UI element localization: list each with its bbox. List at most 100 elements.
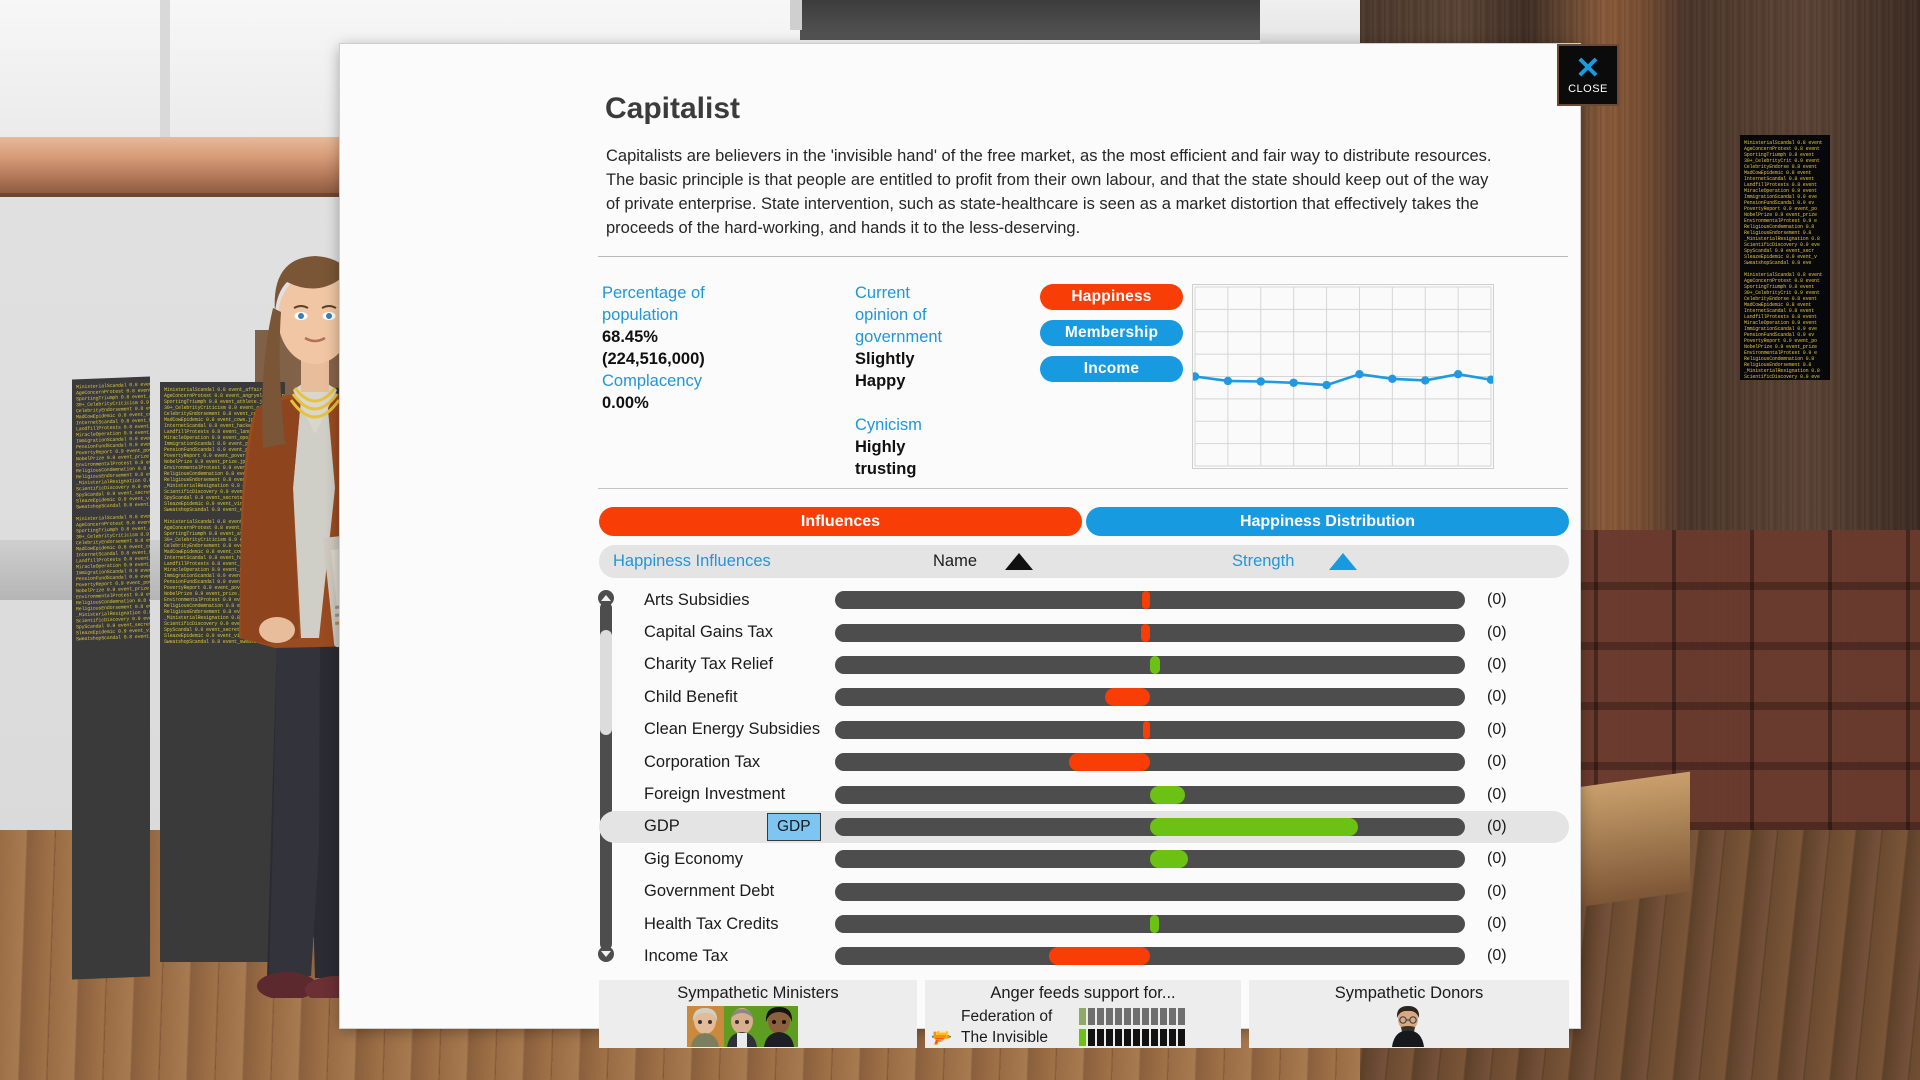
chart-data-point: [1223, 376, 1233, 386]
influence-value: (0): [1487, 817, 1507, 835]
table-row[interactable]: Foreign Investment (0): [599, 778, 1569, 810]
anger-meter-pip: [1124, 1029, 1131, 1046]
tab-bar: Influences Happiness Distribution: [599, 507, 1569, 536]
tab-influences[interactable]: Influences: [599, 507, 1082, 536]
table-row[interactable]: Income Tax (0): [599, 940, 1569, 972]
sympathetic-ministers-panel: Sympathetic Ministers: [599, 980, 917, 1048]
close-button[interactable]: ✕ CLOSE: [1557, 44, 1619, 106]
influence-value: (0): [1487, 785, 1507, 803]
strength-bar-fill: [1049, 947, 1150, 966]
influence-value: (0): [1487, 850, 1507, 868]
anger-meter-pip: [1178, 1008, 1185, 1025]
mode-button-membership[interactable]: Membership: [1040, 320, 1183, 346]
mode-button-happiness[interactable]: Happiness: [1040, 284, 1183, 310]
sort-by-strength-label[interactable]: Strength: [1232, 552, 1294, 571]
list-column-header: Happiness Influences Name Strength: [599, 545, 1569, 578]
mode-button-income[interactable]: Income: [1040, 356, 1183, 382]
tab-happiness-distribution[interactable]: Happiness Distribution: [1086, 507, 1569, 536]
anger-meter-pip: [1151, 1008, 1158, 1025]
population-label: Percentage of population: [602, 284, 705, 324]
faction-dialog: ✕ CLOSE Capitalist Capitalists are belie…: [340, 44, 1619, 1048]
avatar[interactable]: [724, 1006, 761, 1047]
anger-meter-pip: [1133, 1029, 1140, 1046]
table-row[interactable]: Charity Tax Relief (0): [599, 649, 1569, 681]
strength-bar-fill: [1150, 785, 1186, 804]
strength-bar-fill: [1142, 591, 1150, 610]
tooltip: GDP: [767, 812, 821, 841]
anger-meter-pip: [1097, 1008, 1104, 1025]
anger-meter-pip: [1169, 1029, 1176, 1046]
sort-by-name-label[interactable]: Name: [933, 552, 977, 571]
influence-name: Charity Tax Relief: [644, 655, 773, 674]
ceiling-beam: [790, 0, 802, 30]
influence-name: Income Tax: [644, 946, 729, 965]
influence-name: Capital Gains Tax: [644, 623, 774, 642]
cynicism-value: Highly trusting: [855, 438, 917, 478]
close-label: CLOSE: [1568, 82, 1608, 95]
anger-meter-pip: [1178, 1029, 1185, 1046]
anger-meter-pip: [1151, 1029, 1158, 1046]
strength-bar-fill: [1104, 688, 1150, 707]
donors-title: Sympathetic Donors: [1334, 984, 1484, 1002]
anger-title: Anger feeds support for...: [990, 984, 1176, 1002]
strength-bar-fill: [1143, 720, 1150, 739]
influence-name: Foreign Investment: [644, 785, 786, 804]
tab-label: Happiness Distribution: [1239, 512, 1416, 530]
strength-bar: [835, 591, 1465, 610]
faction-graph: [1192, 284, 1494, 469]
strength-bar: [835, 623, 1465, 642]
strength-bar-fill: [1150, 850, 1188, 869]
list-group-label: Happiness Influences: [613, 552, 771, 570]
influence-value: (0): [1487, 915, 1507, 933]
chart-data-point: [1256, 377, 1265, 386]
anger-meter-pip: [1097, 1029, 1104, 1046]
table-row[interactable]: Health Tax Credits (0): [599, 908, 1569, 940]
strength-bar-fill: [1150, 915, 1159, 934]
table-row[interactable]: Clean Energy Subsidies (0): [599, 714, 1569, 746]
close-icon: ✕: [1575, 51, 1601, 85]
avatar[interactable]: [687, 1006, 724, 1047]
table-row[interactable]: GDP GDP (0): [599, 810, 1569, 844]
influence-name: Arts Subsidies: [644, 590, 750, 609]
table-row[interactable]: Arts Subsidies (0): [599, 584, 1569, 616]
triangle-up-icon[interactable]: [1329, 553, 1357, 570]
strength-bar-fill: [1150, 655, 1161, 674]
strength-bar: [835, 753, 1465, 772]
anger-meter-pip: [1106, 1008, 1113, 1025]
influence-name: Clean Energy Subsidies: [644, 720, 821, 739]
table-row[interactable]: Gig Economy (0): [599, 843, 1569, 875]
anger-meter-pip: [1088, 1029, 1095, 1046]
chart-data-point: [1355, 369, 1364, 379]
influence-value: (0): [1487, 591, 1507, 609]
population-count: (224,516,000): [602, 350, 705, 368]
sympathetic-donors-panel: Sympathetic Donors: [1249, 980, 1569, 1048]
complacency-label: Complacency: [602, 372, 702, 390]
anger-support-panel: Anger feeds support for... 🔫 Federation …: [925, 980, 1241, 1048]
table-row[interactable]: Child Benefit (0): [599, 681, 1569, 713]
divider-top: [598, 256, 1568, 257]
opinion-label: Current opinion of government: [855, 284, 943, 346]
influence-name: Government Debt: [644, 882, 775, 901]
strength-bar: [835, 915, 1465, 934]
table-row[interactable]: Capital Gains Tax (0): [599, 616, 1569, 648]
strength-bar-fill: [1069, 753, 1150, 772]
triangle-up-icon[interactable]: [1005, 553, 1033, 570]
anger-row: Federation of: [961, 1006, 1185, 1027]
tab-label: Influences: [800, 512, 881, 530]
strength-bar: [835, 785, 1465, 804]
avatar[interactable]: [1387, 1005, 1429, 1047]
table-row[interactable]: Corporation Tax (0): [599, 746, 1569, 778]
influence-value: (0): [1487, 623, 1507, 641]
avatar[interactable]: [761, 1006, 798, 1047]
chart-data-point: [1453, 369, 1463, 379]
influence-name: GDP: [644, 817, 680, 836]
anger-meter-pip: [1142, 1008, 1149, 1025]
anger-row: The Invisible: [961, 1027, 1185, 1048]
anger-meter: [1079, 1029, 1185, 1046]
anger-meter-pip: [1115, 1008, 1122, 1025]
table-row[interactable]: Government Debt (0): [599, 876, 1569, 908]
influence-value: (0): [1487, 688, 1507, 706]
strength-bar: [835, 882, 1465, 901]
anger-label: The Invisible: [961, 1028, 1049, 1046]
influence-name: Corporation Tax: [644, 752, 761, 771]
